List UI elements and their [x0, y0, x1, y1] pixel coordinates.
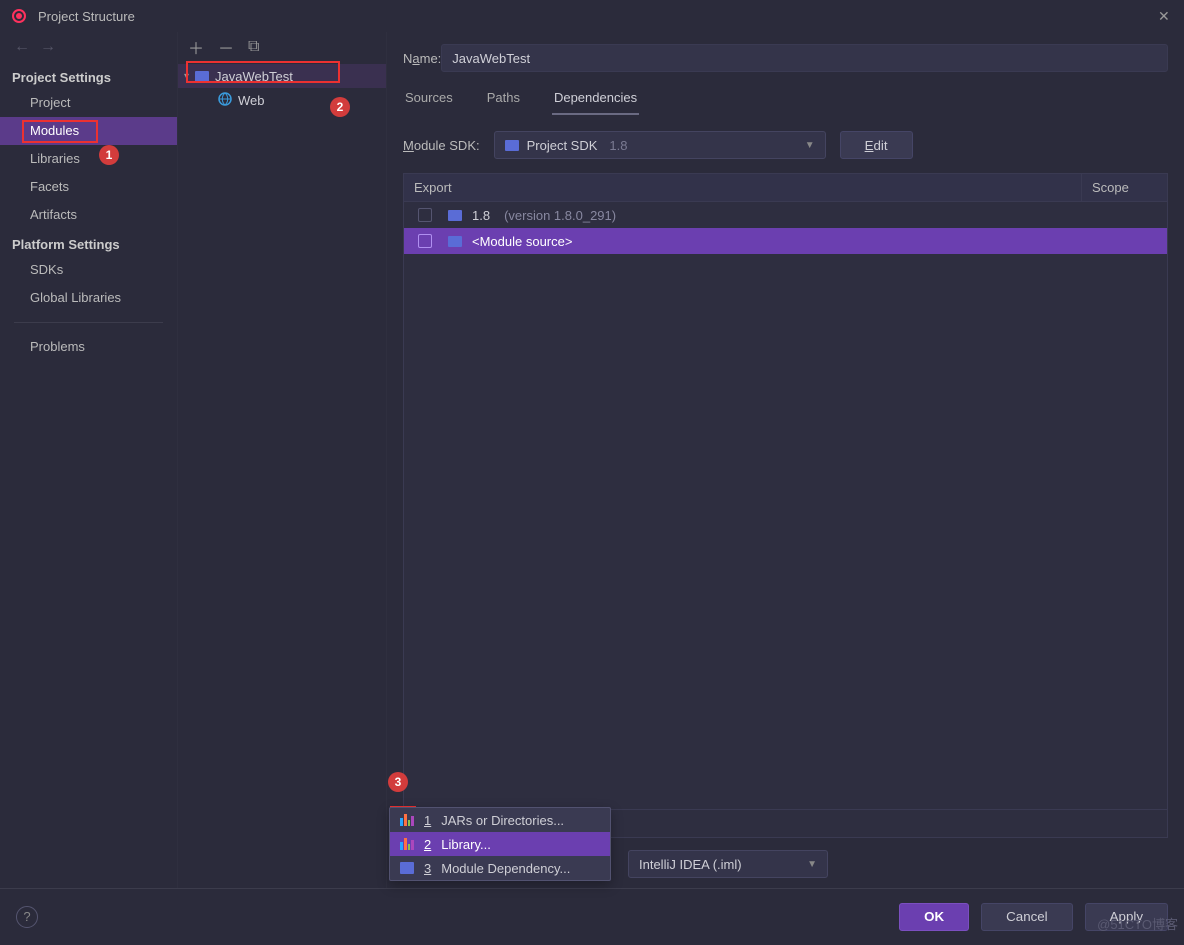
ok-button[interactable]: OK: [899, 903, 969, 931]
module-icon: [400, 862, 414, 874]
module-tabs: Sources Paths Dependencies: [403, 90, 1168, 115]
sidebar-item-project[interactable]: Project: [0, 89, 177, 117]
dependencies-table: Export Scope 1.8 (version 1.8.0_291) <Mo…: [403, 173, 1168, 838]
source-folder-icon: [448, 236, 462, 247]
sidebar-item-libraries[interactable]: Libraries: [0, 145, 177, 173]
export-checkbox[interactable]: [418, 234, 432, 248]
tree-node-root[interactable]: ▾ JavaWebTest: [178, 64, 386, 88]
tab-sources[interactable]: Sources: [403, 90, 455, 114]
chevron-down-icon[interactable]: ▾: [184, 71, 189, 82]
tree-node-web[interactable]: Web: [178, 88, 386, 112]
remove-module-icon[interactable]: －: [218, 35, 234, 59]
caret-down-icon: ▼: [805, 140, 815, 151]
dialog-footer: ? OK Cancel Apply: [0, 888, 1184, 944]
library-icon: [400, 814, 414, 826]
sidebar-divider: [14, 322, 163, 323]
copy-module-icon[interactable]: ⧉: [248, 38, 259, 56]
sidebar-item-modules[interactable]: Modules: [0, 117, 177, 145]
window-title: Project Structure: [38, 9, 1158, 24]
sidebar-item-sdks[interactable]: SDKs: [0, 256, 177, 284]
sdk-value: Project SDK: [527, 138, 598, 153]
popup-jars[interactable]: 1 JARs or Directories...: [390, 808, 610, 832]
sidebar-item-global-libraries[interactable]: Global Libraries: [0, 284, 177, 312]
sidebar-item-facets[interactable]: Facets: [0, 173, 177, 201]
popup-label: JARs or Directories...: [441, 813, 564, 828]
app-logo: [10, 7, 28, 25]
module-name-input[interactable]: [441, 44, 1168, 72]
nav-back-icon[interactable]: ←: [14, 38, 30, 56]
add-dependency-popup: 1 JARs or Directories... 2 Library... 3 …: [389, 807, 611, 881]
column-export[interactable]: Export: [404, 174, 1081, 201]
dep-row-module-source[interactable]: <Module source>: [404, 228, 1167, 254]
module-toolbar: ＋ － ⧉: [178, 32, 386, 62]
dep-row-text: <Module source>: [472, 234, 572, 249]
section-platform-settings: Platform Settings: [0, 229, 177, 256]
web-icon: [218, 92, 232, 109]
module-tree-pane: ＋ － ⧉ ▾ JavaWebTest Web: [178, 32, 387, 888]
add-module-icon[interactable]: ＋: [188, 35, 204, 59]
sidebar-item-artifacts[interactable]: Artifacts: [0, 201, 177, 229]
name-label: Name:: [403, 51, 441, 66]
popup-label: Module Dependency...: [441, 861, 570, 876]
sidebar-item-problems[interactable]: Problems: [0, 333, 177, 361]
tab-dependencies[interactable]: Dependencies: [552, 90, 639, 115]
popup-library[interactable]: 2 Library...: [390, 832, 610, 856]
sdk-row-icon: [448, 210, 462, 221]
dep-row-text: 1.8: [472, 208, 490, 223]
popup-label: Library...: [441, 837, 491, 852]
nav-forward-icon[interactable]: →: [40, 38, 56, 56]
storage-format-select[interactable]: IntelliJ IDEA (.iml) ▼: [628, 850, 828, 878]
sdk-folder-icon: [505, 140, 519, 151]
popup-module-dep[interactable]: 3 Module Dependency...: [390, 856, 610, 880]
tab-paths[interactable]: Paths: [485, 90, 522, 114]
column-scope[interactable]: Scope: [1081, 174, 1167, 201]
watermark: @51CTO博客: [1097, 914, 1178, 933]
tree-root-label: JavaWebTest: [215, 69, 293, 84]
export-checkbox[interactable]: [418, 208, 432, 222]
module-sdk-select[interactable]: Project SDK 1.8 ▼: [494, 131, 826, 159]
storage-format-value: IntelliJ IDEA (.iml): [639, 857, 742, 872]
sdk-version: 1.8: [609, 138, 627, 153]
sdk-label: Module SDK:: [403, 138, 480, 153]
module-editor: Name: Sources Paths Dependencies Module …: [387, 32, 1184, 888]
help-icon[interactable]: ?: [16, 906, 38, 928]
module-folder-icon: [195, 71, 209, 82]
dep-row-sdk[interactable]: 1.8 (version 1.8.0_291): [404, 202, 1167, 228]
close-icon[interactable]: ✕: [1158, 8, 1174, 24]
library-icon: [400, 838, 414, 850]
dep-row-dim: (version 1.8.0_291): [504, 208, 616, 223]
cancel-button[interactable]: Cancel: [981, 903, 1073, 931]
sidebar: ← → Project Settings Project Modules Lib…: [0, 32, 178, 888]
section-project-settings: Project Settings: [0, 62, 177, 89]
caret-down-icon: ▼: [807, 859, 817, 870]
edit-sdk-button[interactable]: Edit: [840, 131, 913, 159]
tree-web-label: Web: [238, 93, 265, 108]
